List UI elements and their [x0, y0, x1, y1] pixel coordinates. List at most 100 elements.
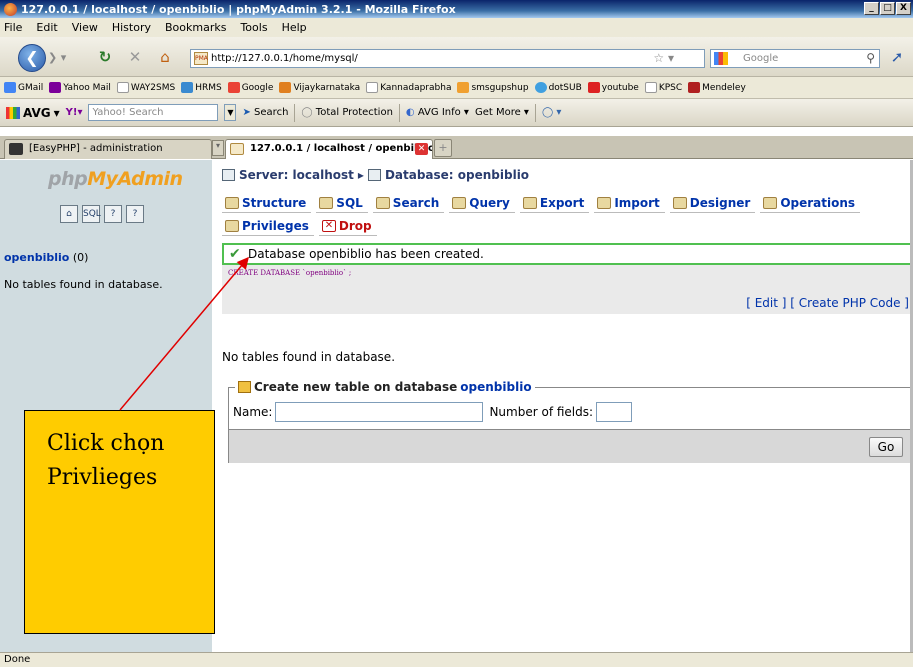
yahoo-logo-icon[interactable]: Y!▾ [66, 107, 83, 118]
divider [398, 103, 400, 122]
tab-query[interactable]: Query [449, 194, 515, 213]
tab-drop[interactable]: ✕ Drop [318, 217, 377, 236]
bookmark-yahoo-mail[interactable]: Yahoo Mail [49, 82, 111, 93]
bookmark-gmail[interactable]: GMail [4, 82, 43, 93]
privileges-icon [225, 220, 239, 232]
breadcrumb: Server: localhost ▸ Database: openbiblio [222, 168, 529, 182]
import-icon [597, 197, 612, 209]
fields-count-input[interactable] [596, 402, 633, 422]
forward-button[interactable]: ❯ ▾ [48, 49, 68, 67]
tab-operations[interactable]: Operations [760, 194, 861, 213]
menu-file[interactable]: File [4, 21, 22, 34]
avg-info-button[interactable]: ◐ AVG Info ▾ [406, 107, 469, 118]
bookmark-kpsc[interactable]: KPSC [644, 82, 682, 93]
pma-icon [230, 143, 244, 155]
smsgupshup-icon [457, 82, 470, 93]
phpmyadmin-logo[interactable]: phpMyAdmin [48, 168, 183, 190]
avg-toolbar: AVG ▾ Y!▾ Yahoo! Search ▼ ➤ Search ◯ Tot… [0, 99, 913, 127]
edit-link[interactable]: [ Edit ] [746, 296, 786, 310]
success-message: ✔ Database openbiblio has been created. [222, 243, 913, 265]
page-icon [366, 82, 379, 93]
bookmark-youtube[interactable]: youtube [587, 82, 639, 93]
avg-extra-button[interactable]: ◯ ▾ [542, 107, 561, 118]
go-button[interactable]: Go [869, 437, 903, 457]
stop-icon[interactable]: ✕ [126, 48, 144, 66]
menu-tools[interactable]: Tools [240, 21, 267, 34]
window-controls: _ □ X [864, 2, 911, 15]
sql-icon [319, 197, 334, 209]
table-name-input[interactable] [275, 402, 484, 422]
tab-designer[interactable]: Designer [669, 194, 756, 213]
bookmark-vijaykarnataka[interactable]: Vijaykarnataka [279, 82, 360, 93]
get-more-button[interactable]: Get More ▾ [475, 107, 529, 118]
sql-query-icon[interactable]: SQL [82, 205, 101, 223]
menu-help[interactable]: Help [282, 21, 307, 34]
status-bar: Done [0, 652, 913, 667]
bookmark-kannadaprabha[interactable]: Kannadaprabha [366, 82, 451, 93]
yahoo-search-input[interactable]: Yahoo! Search [88, 104, 219, 121]
sidebar-database[interactable]: openbiblio (0) [4, 251, 88, 264]
bookmark-google[interactable]: Google [227, 82, 273, 93]
close-tab-icon[interactable]: ✕ [415, 143, 428, 155]
search-icon[interactable]: ⚲ [866, 50, 875, 67]
url-bar[interactable]: PMA http://127.0.0.1/home/mysql/ ☆ ▾ [190, 49, 705, 68]
vijaykarnataka-icon [279, 82, 292, 93]
page-icon [644, 82, 657, 93]
bookmark-dotsub[interactable]: dotSUB [534, 82, 582, 93]
yahoo-search-dropdown[interactable]: ▼ [224, 104, 237, 121]
home-icon[interactable]: ⌂ [60, 205, 78, 223]
tab-easyphp[interactable]: [EasyPHP] - administration [4, 139, 212, 159]
search-arrow-icon: ➤ [242, 107, 251, 118]
maximize-button[interactable]: □ [880, 2, 895, 15]
reload-icon[interactable]: ↻ [96, 48, 114, 66]
checkmark-icon: ✔ [229, 246, 241, 262]
bookmark-mendeley[interactable]: Mendeley [688, 82, 746, 93]
avg-logo[interactable]: AVG ▾ [6, 106, 60, 120]
docs-icon[interactable]: ? [104, 205, 122, 223]
bookmarks-toolbar: GMail Yahoo Mail WAY2SMS HRMS Google Vij… [0, 77, 913, 99]
tab-search[interactable]: Search [372, 194, 445, 213]
pma-tabs: Structure SQL Search Query Export Import… [222, 194, 882, 236]
database-icon [367, 169, 381, 181]
pma-main: Server: localhost ▸ Database: openbiblio… [212, 160, 913, 652]
google-icon [714, 52, 728, 65]
search-box[interactable]: Google ⚲ [710, 49, 880, 68]
server-icon [222, 169, 235, 181]
menu-history[interactable]: History [112, 21, 151, 34]
youtube-icon [587, 82, 600, 93]
back-button[interactable]: ❮ [18, 44, 46, 72]
create-php-code-link[interactable]: [ Create PHP Code ] [790, 296, 909, 310]
tab-list-button[interactable]: ▾ [212, 140, 224, 156]
fields-label: Number of fields: [489, 405, 594, 419]
drop-icon: ✕ [321, 220, 336, 232]
minimize-button[interactable]: _ [864, 2, 879, 15]
tab-export[interactable]: Export [519, 194, 590, 213]
yahoo-icon [49, 82, 62, 93]
addon-icon[interactable]: ➚ [888, 48, 906, 66]
menu-edit[interactable]: Edit [36, 21, 57, 34]
tab-sql[interactable]: SQL [316, 194, 368, 213]
bookmark-way2sms[interactable]: WAY2SMS [116, 82, 175, 93]
callout-line-1: Click chọn [47, 431, 165, 456]
search-placeholder: Google [743, 53, 779, 64]
tab-import[interactable]: Import [594, 194, 665, 213]
menu-view[interactable]: View [72, 21, 98, 34]
crumb-server[interactable]: Server: localhost [239, 168, 354, 182]
create-table-row: Name: Number of fields: [233, 402, 638, 422]
home-icon[interactable]: ⌂ [156, 48, 174, 66]
new-tab-button[interactable]: + [434, 139, 452, 157]
menu-bar: File Edit View History Bookmarks Tools H… [0, 18, 913, 37]
tab-structure[interactable]: Structure [222, 194, 312, 213]
close-window-button[interactable]: X [896, 2, 911, 15]
menu-bookmarks[interactable]: Bookmarks [165, 21, 226, 34]
crumb-database[interactable]: Database: openbiblio [385, 168, 529, 182]
bookmark-star-icon[interactable]: ☆ ▾ [653, 50, 674, 67]
tab-phpmyadmin[interactable]: 127.0.0.1 / localhost / openbiblio ... ✕ [225, 139, 433, 159]
bookmark-hrms[interactable]: HRMS [181, 82, 222, 93]
total-protection-button[interactable]: ◯ Total Protection [301, 107, 393, 118]
bookmark-smsgupshup[interactable]: smsgupshup [457, 82, 529, 93]
tab-privileges[interactable]: Privileges [222, 217, 314, 236]
avg-search-button[interactable]: ➤ Search [242, 107, 288, 118]
sidebar-no-tables: No tables found in database. [4, 278, 163, 291]
help-icon[interactable]: ? [126, 205, 144, 223]
